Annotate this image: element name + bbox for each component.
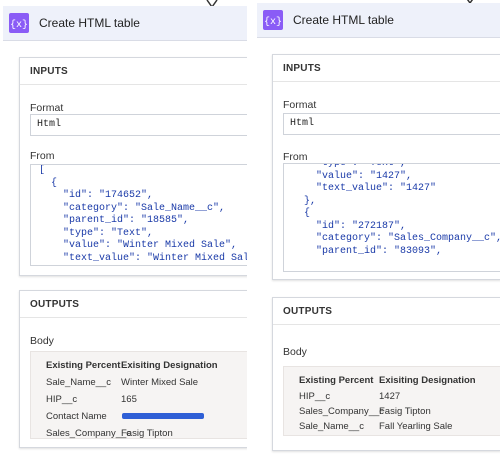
action-header[interactable]: {x} Create HTML table [3, 6, 247, 41]
body-label: Body [283, 346, 307, 358]
outputs-section: OUTPUTS Body Existing Percent Exisiting … [272, 297, 500, 451]
table-cell: Sale_Name__c [299, 421, 364, 432]
format-value: Html [290, 118, 315, 129]
table-cell: Fasig Tipton [121, 428, 173, 439]
variable-braces-icon: {x} [9, 13, 29, 33]
action-header[interactable]: {x} Create HTML table [257, 3, 500, 38]
redaction-mark [122, 413, 204, 419]
inputs-title: INPUTS [283, 63, 321, 74]
table-cell: Sales_Company__c [46, 428, 132, 439]
table-cell: Sale_Name__c [46, 377, 111, 388]
from-code: "type": "Text", "value": "1427", "text_v… [304, 163, 500, 257]
html-table: Existing Percent Exisiting Designation H… [283, 366, 500, 436]
table-header-existing-percent: Existing Percent [299, 375, 374, 386]
right-action-card: {x} Create HTML table INPUTS Format Html… [257, 0, 500, 471]
from-code-box[interactable]: "type": "Text", "value": "1427", "text_v… [283, 163, 500, 272]
from-code: [ { "id": "174652", "category": "Sale_Na… [39, 165, 247, 264]
inputs-section-header: INPUTS [20, 58, 247, 85]
svg-text:{x}: {x} [10, 19, 28, 31]
table-cell: 1427 [379, 391, 401, 402]
table-header-existing-designation: Exisiting Designation [379, 375, 476, 386]
outputs-section: OUTPUTS Body Existing Percent Exisiting … [19, 290, 247, 448]
inputs-section-header: INPUTS [273, 55, 500, 82]
inputs-section: INPUTS Format Html From "type": "Text", … [272, 54, 500, 280]
action-title: Create HTML table [293, 13, 394, 27]
action-title: Create HTML table [39, 16, 140, 30]
format-value: Html [37, 119, 62, 130]
from-label: From [283, 151, 308, 163]
table-cell: Fall Yearling Sale [379, 421, 453, 432]
inputs-title: INPUTS [30, 66, 68, 77]
outputs-title: OUTPUTS [30, 299, 80, 310]
outputs-section-header: OUTPUTS [273, 298, 500, 325]
table-cell: HIP__c [46, 394, 78, 405]
table-cell: HIP__c [299, 391, 331, 402]
left-action-card: {x} Create HTML table INPUTS Format Html… [0, 0, 247, 471]
body-label: Body [30, 335, 54, 347]
table-cell: Winter Mixed Sale [121, 377, 199, 388]
table-header-existing-percent: Existing Percent [46, 360, 121, 371]
format-field[interactable]: Html [283, 113, 500, 135]
outputs-section-header: OUTPUTS [20, 291, 247, 318]
table-cell: Sales_Company__c [299, 406, 385, 417]
inputs-section: INPUTS Format Html From [ { "id": "17465… [19, 57, 247, 276]
format-label: Format [30, 102, 64, 114]
table-header-existing-designation: Exisiting Designation [121, 360, 218, 371]
svg-text:{x}: {x} [264, 16, 282, 28]
variable-braces-icon: {x} [263, 10, 283, 30]
format-label: Format [283, 99, 317, 111]
html-table: Existing Percent Exisiting Designation S… [30, 351, 247, 439]
table-cell: Fasig Tipton [379, 406, 431, 417]
from-code-box[interactable]: [ { "id": "174652", "category": "Sale_Na… [30, 164, 247, 266]
outputs-title: OUTPUTS [283, 306, 333, 317]
table-cell: 165 [121, 394, 137, 405]
format-field[interactable]: Html [30, 114, 247, 136]
table-cell: Contact Name [46, 411, 107, 422]
from-label: From [30, 150, 55, 162]
